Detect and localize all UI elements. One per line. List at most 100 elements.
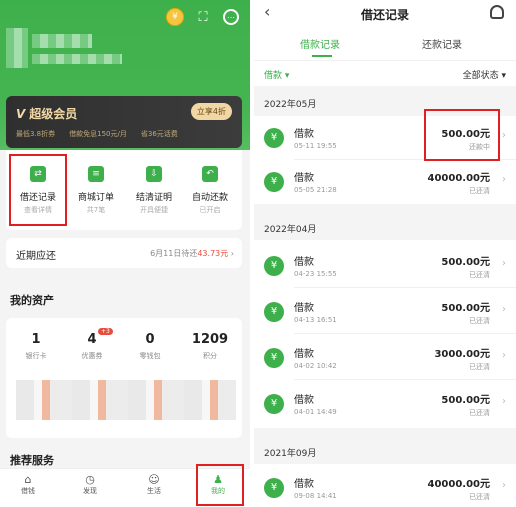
scan-icon[interactable]: ⛶ — [194, 8, 212, 26]
auto-repay-button[interactable]: ↶ 自动还款 已开启 — [182, 150, 238, 230]
assets-title: 我的资产 — [10, 294, 54, 307]
yen-icon: ¥ — [264, 128, 284, 148]
record-amount: 3000.00元 — [434, 349, 490, 360]
stat-label: 零钱包 — [139, 352, 161, 360]
row-divider — [294, 379, 516, 380]
record-date: 05-05 21:28 — [294, 186, 337, 194]
nav-bar: ‹ 借还记录 借款记录 还款记录 — [254, 0, 516, 60]
my-account-screen: ¥ ⛶ ⋯ V 超级会员 立享4折 最低3.8折券 借款免息150元/月 省36元… — [0, 0, 250, 507]
vip-button[interactable]: 立享4折 — [190, 103, 232, 120]
record-date: 04-02 10:42 — [294, 362, 337, 370]
download-icon: ⇩ — [146, 166, 162, 182]
loan-records-screen: ‹ 借还记录 借款记录 还款记录 借款 ▾ 全部状态 ▾ 2022年05月 ¥ … — [254, 0, 516, 507]
due-amount: 43.73元 — [197, 249, 229, 258]
record-row[interactable]: ¥ 借款 09-08 14:41 40000.00元 已还清 › — [254, 466, 516, 507]
upcoming-due-row[interactable]: 近期应还 6月11日待还43.73元 › — [6, 238, 242, 268]
record-group: ¥ 借款 09-08 14:41 40000.00元 已还清 › — [254, 464, 516, 507]
stat-label: 优惠券 — [81, 352, 103, 360]
record-name: 借款 — [294, 479, 314, 490]
status-filter[interactable]: 全部状态 ▾ — [463, 68, 506, 81]
vip-perk: 借款免息150元/月 — [69, 130, 127, 138]
vip-card[interactable]: V 超级会员 立享4折 最低3.8折券 借款免息150元/月 省36元话费 — [6, 96, 242, 148]
record-amount: 40000.00元 — [427, 173, 490, 184]
record-group: ¥ 借款 04-23 15:55 500.00元 已还清 › ¥ 借款 04-1… — [254, 240, 516, 428]
stat-value: 1 — [31, 332, 41, 347]
highlight-box — [196, 464, 244, 506]
record-name: 借款 — [294, 173, 314, 184]
record-date: 04-13 16:51 — [294, 316, 337, 324]
yen-icon: ¥ — [264, 394, 284, 414]
record-row[interactable]: ¥ 借款 04-13 16:51 500.00元 已还清 › — [254, 290, 516, 334]
record-name: 借款 — [294, 395, 314, 406]
record-amount: 500.00元 — [441, 395, 490, 406]
vip-title: 超级会员 — [29, 107, 78, 121]
headset-icon[interactable] — [490, 5, 504, 19]
recommend-title: 推荐服务 — [10, 454, 54, 467]
settlement-proof-button[interactable]: ⇩ 结清证明 开具便捷 — [126, 150, 182, 230]
yen-icon: ¥ — [264, 302, 284, 322]
record-status: 已还清 — [469, 317, 490, 325]
bank-card-stat[interactable]: 1 银行卡 — [16, 332, 56, 361]
tab-life[interactable]: ☺ 生活 — [134, 473, 174, 496]
stat-value: 0 — [145, 332, 155, 347]
wallet-stat[interactable]: 0 零钱包 — [130, 332, 170, 361]
month-header: 2021年09月 — [264, 449, 317, 459]
record-row[interactable]: ¥ 借款 04-02 10:42 3000.00元 已还清 › — [254, 336, 516, 380]
vip-perk: 省36元话费 — [140, 130, 178, 138]
tab-label: 生活 — [147, 487, 161, 495]
yen-icon: ¥ — [264, 348, 284, 368]
yen-icon: ¥ — [264, 172, 284, 192]
quick-label: 商城订单 — [77, 193, 114, 203]
stat-label: 银行卡 — [25, 352, 47, 360]
record-status: 已还清 — [469, 187, 490, 195]
stat-value: 1209 — [191, 332, 229, 347]
row-divider — [294, 333, 516, 334]
tab-discover[interactable]: ◷ 发现 — [70, 473, 110, 496]
coin-icon[interactable]: ¥ — [166, 8, 184, 26]
chevron-right-icon: › — [502, 480, 506, 491]
settings-icon[interactable]: ⋯ — [222, 8, 240, 26]
smile-icon: ☺ — [148, 473, 160, 486]
vip-perk: 最低3.8折券 — [16, 130, 56, 138]
record-name: 借款 — [294, 303, 314, 314]
record-status: 已还清 — [469, 493, 490, 501]
active-tab-indicator — [312, 55, 332, 57]
avatar[interactable] — [6, 28, 28, 68]
mall-orders-button[interactable]: ≡ 商城订单 共7笔 — [68, 150, 124, 230]
month-header: 2022年04月 — [264, 225, 317, 235]
yen-icon: ¥ — [264, 478, 284, 498]
list-icon: ≡ — [88, 166, 104, 182]
chevron-right-icon: › — [502, 130, 506, 141]
record-row[interactable]: ¥ 借款 04-01 14:49 500.00元 已还清 › — [254, 382, 516, 426]
coupon-badge: +3 — [98, 328, 113, 335]
quick-label: 自动还款 — [191, 193, 228, 203]
tab-repay-records[interactable]: 还款记录 — [422, 36, 462, 51]
record-date: 04-01 14:49 — [294, 408, 337, 416]
record-status: 已还清 — [469, 363, 490, 371]
row-divider — [294, 287, 516, 288]
home-icon: ⌂ — [24, 473, 32, 486]
undo-icon: ↶ — [202, 166, 218, 182]
tab-loan-records[interactable]: 借款记录 — [300, 36, 340, 51]
type-filter[interactable]: 借款 ▾ — [264, 68, 289, 81]
highlight-box — [9, 154, 67, 226]
record-amount: 40000.00元 — [427, 479, 490, 490]
blurred-promo-tiles[interactable] — [16, 380, 236, 420]
quick-sub: 共7笔 — [86, 206, 106, 214]
record-row[interactable]: ¥ 借款 05-05 21:28 40000.00元 已还清 › — [254, 160, 516, 204]
tab-borrow[interactable]: ⌂ 借钱 — [8, 473, 48, 496]
tab-label: 借钱 — [21, 487, 35, 495]
highlight-box — [424, 109, 500, 161]
coupon-stat[interactable]: 4 +3 优惠券 — [72, 328, 113, 361]
record-status: 已还清 — [469, 409, 490, 417]
record-date: 05-11 19:55 — [294, 142, 337, 150]
tab-label: 发现 — [83, 487, 97, 495]
due-label: 近期应还 — [16, 251, 56, 262]
record-date: 04-23 15:55 — [294, 270, 337, 278]
record-row[interactable]: ¥ 借款 04-23 15:55 500.00元 已还清 › — [254, 244, 516, 288]
record-status: 已还清 — [469, 271, 490, 279]
quick-label: 结清证明 — [135, 193, 172, 203]
points-stat[interactable]: 1209 积分 — [190, 332, 230, 361]
user-info-blurred — [32, 54, 122, 64]
record-name: 借款 — [294, 129, 314, 140]
